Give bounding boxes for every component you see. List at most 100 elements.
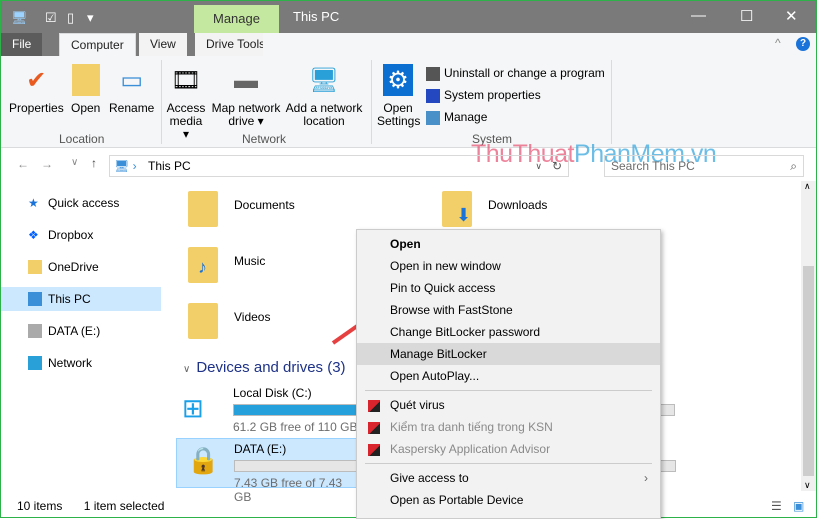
sidebar-item-network[interactable]: Network	[1, 351, 161, 375]
selection-count: 1 item selected	[83, 499, 165, 513]
forward-icon[interactable]: →	[41, 157, 53, 171]
chevron-down-icon: ∨	[183, 364, 191, 375]
network-location-icon: 🖥	[308, 66, 340, 94]
search-placeholder: Search This PC	[611, 159, 695, 173]
label: Dropbox	[48, 228, 94, 242]
drive-data-e[interactable]: 🔒 DATA (E:) 7.43 GB free of 7.43 GB	[176, 438, 676, 504]
drive-name: DATA (E:)	[234, 442, 287, 456]
access-media-button[interactable]: 🎞 Access media ▾	[166, 64, 206, 141]
open-button[interactable]: Open	[71, 64, 100, 115]
folder-open-icon	[71, 64, 100, 96]
scroll-up-icon[interactable]: ∧	[804, 181, 811, 192]
menu-item-change-bitlocker-password[interactable]: Change BitLocker password	[357, 321, 660, 343]
add-network-location-button[interactable]: 🖥 Add a network location	[284, 64, 364, 128]
sidebar-item-quick-access[interactable]: ★ Quick access	[1, 191, 161, 215]
new-folder-quick-icon[interactable]: ▯	[67, 10, 74, 26]
tab-computer[interactable]: Computer	[59, 33, 136, 56]
star-icon: ★	[28, 196, 39, 210]
close-button[interactable]: ✕	[785, 7, 798, 25]
menu-item-ksn-reputation[interactable]: Kiểm tra danh tiếng trong KSN	[357, 416, 660, 438]
system-properties-button[interactable]: System properties	[426, 88, 541, 103]
label: Uninstall or change a program	[444, 66, 605, 80]
uninstall-program-button[interactable]: Uninstall or change a program	[426, 66, 605, 81]
label: System properties	[444, 88, 541, 102]
drive-name: Local Disk (C:)	[233, 386, 312, 400]
tab-file[interactable]: File	[1, 33, 43, 56]
label: Videos	[234, 310, 271, 324]
manage-context-tab[interactable]: Manage	[194, 5, 279, 33]
menu-item-browse-faststone[interactable]: Browse with FastStone	[357, 299, 660, 321]
windows-drive-icon: ⊞	[182, 393, 204, 423]
maximize-button[interactable]: ☐	[740, 7, 753, 25]
computer-icon	[28, 292, 42, 306]
menu-item-open-autoplay[interactable]: Open AutoPlay...	[357, 365, 660, 387]
properties-quick-icon[interactable]: ☑	[45, 10, 57, 26]
drive-free-space: 61.2 GB free of 110 GB	[233, 420, 358, 434]
uninstall-icon	[426, 66, 440, 81]
customize-quick-access-icon[interactable]: ▾	[87, 10, 94, 26]
label: Open	[71, 101, 101, 115]
address-input[interactable]: 🖥 › This PC ∨ ↻	[109, 155, 569, 177]
drive-c[interactable]: ⊞ Local Disk (C:) 61.2 GB free of 110 GB	[176, 383, 675, 434]
properties-icon: ✔	[26, 66, 47, 94]
menu-item-open-new-window[interactable]: Open in new window	[357, 255, 660, 277]
network-icon	[28, 356, 42, 370]
label: Access media ▾	[166, 101, 206, 141]
map-network-drive-button[interactable]: ▬ Map network drive ▾	[210, 64, 282, 128]
group-network-label: Network	[242, 132, 287, 146]
menu-item-pin-quick-access[interactable]: Pin to Quick access	[357, 277, 660, 299]
menu-item-kaspersky-advisor[interactable]: Kaspersky Application Advisor	[357, 438, 660, 460]
ribbon-tabs: File Computer View Drive Tools ^ ?	[1, 33, 816, 56]
scrollbar-thumb[interactable]	[803, 266, 814, 476]
manage-button[interactable]: Manage	[426, 110, 487, 125]
network-drive-icon: ▬	[234, 66, 258, 94]
downloads-folder-icon: ⬇	[442, 191, 472, 227]
menu-item-open[interactable]: Open	[357, 233, 660, 255]
dropbox-icon: ❖	[28, 228, 39, 242]
navigation-pane: ★ Quick access ❖ Dropbox OneDrive This PC …	[1, 191, 161, 383]
bitlocker-drive-icon: 🔒	[187, 445, 220, 475]
open-settings-button[interactable]: ⚙ Open Settings	[377, 64, 420, 128]
sidebar-item-onedrive[interactable]: OneDrive	[1, 255, 161, 279]
menu-item-give-access[interactable]: Give access to ›	[357, 467, 660, 489]
search-icon: ⌕	[790, 159, 797, 173]
label: Network	[48, 356, 93, 370]
address-dropdown-icon[interactable]: ∨	[535, 156, 542, 176]
refresh-icon[interactable]: ↻	[552, 156, 562, 176]
devices-section-header[interactable]: ∨ Devices and drives (3)	[183, 359, 346, 376]
menu-item-manage-bitlocker[interactable]: Manage BitLocker	[357, 343, 660, 365]
label: Give access to	[390, 471, 469, 485]
address-path: This PC	[148, 159, 191, 173]
menu-item-open-portable-device[interactable]: Open as Portable Device	[357, 489, 660, 511]
recent-dropdown-icon[interactable]: ∨	[71, 157, 78, 168]
vertical-scrollbar[interactable]: ∧ ∨	[801, 181, 816, 491]
title-bar: 🖥 ☑ ▯ ▾ Manage This PC — ☐ ✕	[1, 1, 816, 33]
rename-button[interactable]: ▭ Rename	[109, 64, 154, 115]
chevron-right-icon: ›	[644, 471, 648, 485]
sidebar-item-this-pc[interactable]: This PC	[1, 287, 161, 311]
menu-item-scan-virus[interactable]: Quét virus	[357, 394, 660, 416]
documents-folder-icon	[188, 191, 218, 227]
sidebar-item-dropbox[interactable]: ❖ Dropbox	[1, 223, 161, 247]
help-icon[interactable]: ?	[796, 37, 810, 51]
kaspersky-icon	[368, 400, 380, 412]
scroll-down-icon[interactable]: ∨	[804, 480, 811, 491]
details-view-icon[interactable]: ☰	[771, 495, 782, 517]
large-icons-view-icon[interactable]: ▣	[793, 495, 804, 517]
computer-icon: 🖥	[11, 10, 28, 25]
window-title: This PC	[293, 9, 340, 24]
group-location-label: Location	[59, 132, 105, 146]
label: DATA (E:)	[48, 324, 101, 338]
label: Music	[234, 254, 266, 268]
minimize-button[interactable]: —	[691, 7, 706, 24]
context-menu: Open Open in new window Pin to Quick acc…	[356, 229, 661, 519]
collapse-ribbon-icon[interactable]: ^	[775, 36, 781, 50]
kaspersky-icon	[368, 422, 380, 434]
label: This PC	[48, 292, 91, 306]
sidebar-item-data-e[interactable]: DATA (E:)	[1, 319, 161, 343]
back-icon[interactable]: ←	[17, 157, 29, 171]
properties-button[interactable]: ✔ Properties	[9, 64, 64, 115]
search-input[interactable]: Search This PC ⌕	[604, 155, 804, 177]
tab-view[interactable]: View	[139, 33, 187, 56]
up-icon[interactable]: ↑	[91, 156, 97, 170]
